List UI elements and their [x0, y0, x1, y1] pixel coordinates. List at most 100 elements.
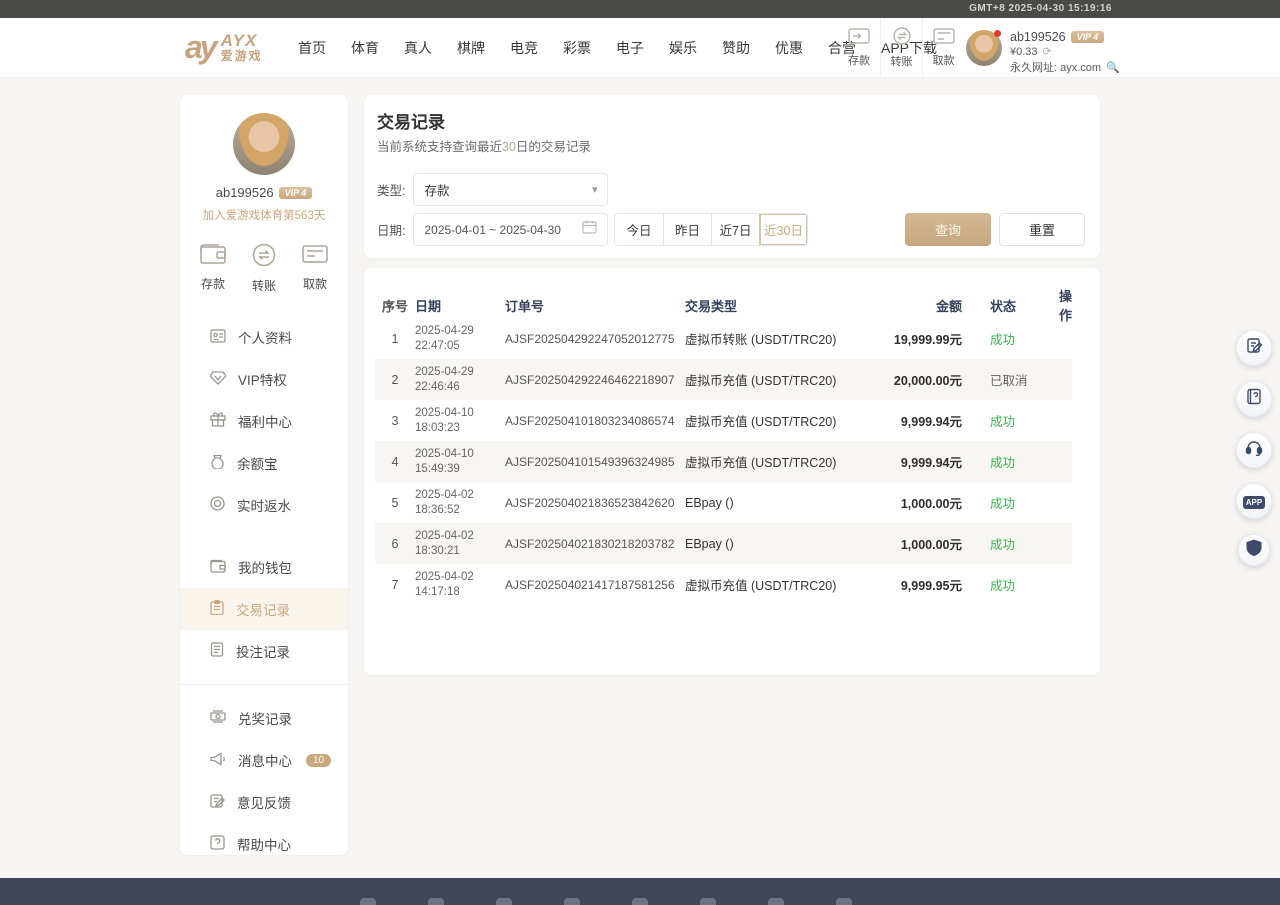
sidebar-item-profile[interactable]: 个人资料: [180, 316, 348, 358]
site-logo[interactable]: ay AYX 爱游戏: [185, 28, 263, 66]
app-download-icon: APP: [1243, 492, 1265, 510]
main-header: ay AYX 爱游戏 首页 体育 真人 棋牌 电竞 彩票 电子 娱乐 赞助 优惠…: [0, 18, 1280, 78]
megaphone-icon: [210, 752, 226, 769]
status-badge: 成功: [962, 411, 1047, 430]
sidebar-item-messages[interactable]: 消息中心 10: [180, 739, 348, 781]
wallet-icon: [210, 559, 226, 576]
document-icon: [210, 642, 224, 660]
nav-entertainment[interactable]: 娱乐: [669, 38, 697, 58]
status-badge: 成功: [962, 329, 1047, 348]
nav-sports[interactable]: 体育: [351, 38, 379, 58]
sidebar-deposit-button[interactable]: 存款: [200, 243, 226, 294]
header-transfer-button[interactable]: 转账: [880, 18, 922, 78]
header-user-box: ab199526 VIP 4 ¥0.33 ⟳ 永久网址: ayx.com 🔍: [966, 30, 1120, 75]
reset-button[interactable]: 重置: [999, 213, 1085, 246]
sidebar-item-feedback[interactable]: 意见反馈: [180, 781, 348, 823]
note-edit-icon: [1246, 337, 1263, 359]
help-float-button[interactable]: [1236, 381, 1272, 417]
sidebar-username: ab199526: [216, 185, 274, 200]
nav-live[interactable]: 真人: [404, 38, 432, 58]
header-withdraw-button[interactable]: 取款: [922, 18, 964, 78]
header-deposit-button[interactable]: 存款: [838, 18, 880, 78]
question-icon: [210, 835, 225, 853]
sidebar-item-transactions[interactable]: 交易记录: [180, 588, 348, 630]
username: ab199526: [1010, 30, 1066, 44]
nav-home[interactable]: 首页: [298, 38, 326, 58]
sidebar-item-help[interactable]: 帮助中心: [180, 823, 348, 855]
range-today-button[interactable]: 今日: [615, 214, 663, 245]
quick-range-group: 今日 昨日 近7日 近30日: [614, 213, 808, 246]
nav-esports[interactable]: 电竞: [510, 38, 538, 58]
message-count-badge: 10: [306, 754, 331, 767]
nav-lottery[interactable]: 彩票: [563, 38, 591, 58]
date-range-input[interactable]: 2025-04-01 ~ 2025-04-30: [413, 213, 608, 246]
nav-promo[interactable]: 优惠: [775, 38, 803, 58]
withdraw-card-icon: [933, 28, 955, 49]
id-card-icon: [210, 329, 226, 346]
page-subtitle: 当前系统支持查询最近30日的交易记录: [377, 136, 591, 155]
range-yesterday-button[interactable]: 昨日: [663, 214, 711, 245]
sidebar-avatar[interactable]: [233, 113, 295, 175]
table-row: 1 2025-04-2922:47:05 AJSF202504292247052…: [375, 318, 1072, 359]
target-icon: [210, 496, 225, 514]
status-badge: 成功: [962, 534, 1047, 553]
permanent-url: 永久网址: ayx.com: [1010, 59, 1101, 75]
sidebar-transfer-button[interactable]: 转账: [252, 243, 276, 294]
nav-slots[interactable]: 电子: [616, 38, 644, 58]
table-row: 7 2025-04-0214:17:18 AJSF202504021417187…: [375, 564, 1072, 605]
sidebar-wallet-actions: 存款 转账 取款: [180, 243, 348, 294]
sidebar-item-vip[interactable]: VIP特权: [180, 358, 348, 400]
app-download-float-button[interactable]: APP: [1236, 483, 1272, 519]
transactions-table: 序号 日期 订单号 交易类型 金额 状态 操作 1 2025-04-2922:4…: [364, 268, 1100, 675]
header-quick-actions: 存款 转账 取款: [838, 18, 964, 78]
server-time: GMT+8 2025-04-30 15:19:16: [0, 0, 1280, 18]
sidebar-vip-badge: VIP 4: [279, 187, 313, 199]
page-footer: [0, 878, 1280, 905]
sidebar-item-rebate[interactable]: 实时返水: [180, 484, 348, 526]
sidebar-item-yuebao[interactable]: 余额宝: [180, 442, 348, 484]
search-icon[interactable]: 🔍: [1106, 61, 1120, 74]
filter-card: 交易记录 当前系统支持查询最近30日的交易记录 类型: 存款 ▾ 日期: 202…: [364, 95, 1100, 258]
balance-value: ¥0.33: [1010, 46, 1038, 58]
vip-badge: VIP 4: [1071, 31, 1105, 43]
logo-name: AYX: [221, 32, 263, 49]
joined-days: 加入爱游戏体育第563天: [180, 207, 348, 223]
nav-board-games[interactable]: 棋牌: [457, 38, 485, 58]
status-badge: 成功: [962, 493, 1047, 512]
clipboard-icon: [210, 600, 224, 618]
svg-text:OK: OK: [1250, 546, 1258, 552]
sidebar-menu: 个人资料 VIP特权 福利中心 余额宝 实时返水 我的钱包 交易记录: [180, 316, 348, 855]
deposit-card-icon: [848, 28, 870, 49]
shield-ok-icon: OK: [1246, 539, 1262, 561]
table-row: 4 2025-04-1015:49:39 AJSF202504101549396…: [375, 441, 1072, 482]
status-badge: 成功: [962, 575, 1047, 594]
nav-sponsor[interactable]: 赞助: [722, 38, 750, 58]
sidebar-item-welfare[interactable]: 福利中心: [180, 400, 348, 442]
range-7days-button[interactable]: 近7日: [711, 214, 759, 245]
sidebar-item-bets[interactable]: 投注记录: [180, 630, 348, 672]
feedback-float-button[interactable]: [1236, 330, 1272, 366]
table-header-row: 序号 日期 订单号 交易类型 金额 状态 操作: [375, 286, 1072, 318]
date-label: 日期:: [377, 220, 405, 239]
wallet-transfer-icon: [252, 243, 276, 272]
profile-sidebar: ab199526 VIP 4 加入爱游戏体育第563天 存款 转账 取款 个人资…: [180, 95, 348, 855]
customer-service-float-button[interactable]: [1236, 432, 1272, 468]
range-30days-button[interactable]: 近30日: [759, 214, 807, 245]
menu-divider: [180, 684, 348, 685]
wallet-withdraw-icon: [302, 243, 328, 270]
page-title: 交易记录: [377, 108, 445, 133]
sidebar-item-wallet[interactable]: 我的钱包: [180, 546, 348, 588]
gift-icon: [210, 412, 226, 430]
search-button[interactable]: 查询: [905, 213, 991, 246]
notification-dot: [994, 30, 1001, 37]
type-label: 类型:: [377, 180, 405, 199]
balance-refresh-icon[interactable]: ⟳: [1043, 45, 1052, 58]
sidebar-withdraw-button[interactable]: 取款: [302, 243, 328, 294]
type-select[interactable]: 存款 ▾: [413, 173, 608, 206]
sidebar-item-redeem[interactable]: 兑奖记录: [180, 697, 348, 739]
headset-icon: [1245, 440, 1263, 461]
calendar-icon: [582, 220, 597, 239]
security-float-button[interactable]: OK: [1238, 534, 1270, 566]
user-avatar[interactable]: [966, 30, 1002, 66]
logo-mark-icon: ay: [185, 28, 215, 66]
